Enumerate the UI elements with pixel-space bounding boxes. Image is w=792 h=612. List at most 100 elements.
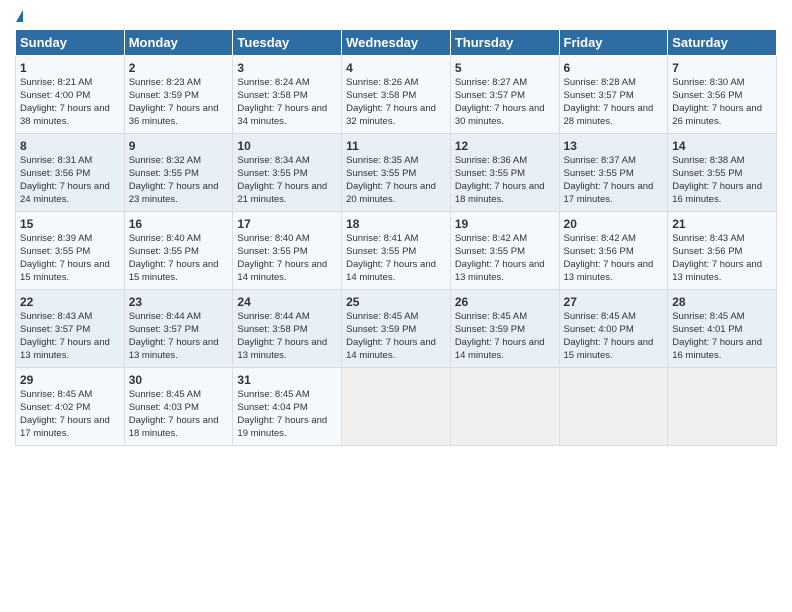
sunrise-text: Sunrise: 8:35 AM [346, 155, 418, 166]
daylight-text: Daylight: 7 hours and 17 minutes. [564, 181, 654, 205]
daylight-text: Daylight: 7 hours and 14 minutes. [455, 337, 545, 361]
day-header-sunday: Sunday [16, 30, 125, 56]
day-number: 15 [20, 216, 120, 232]
sunrise-text: Sunrise: 8:27 AM [455, 77, 527, 88]
calendar-cell: 27Sunrise: 8:45 AMSunset: 4:00 PMDayligh… [559, 290, 668, 368]
calendar-cell: 9Sunrise: 8:32 AMSunset: 3:55 PMDaylight… [124, 134, 233, 212]
sunrise-text: Sunrise: 8:28 AM [564, 77, 636, 88]
sunset-text: Sunset: 3:55 PM [455, 168, 525, 179]
day-number: 6 [564, 60, 664, 76]
daylight-text: Daylight: 7 hours and 13 minutes. [455, 259, 545, 283]
sunset-text: Sunset: 4:03 PM [129, 402, 199, 413]
day-number: 18 [346, 216, 446, 232]
daylight-text: Daylight: 7 hours and 20 minutes. [346, 181, 436, 205]
calendar-week-row: 22Sunrise: 8:43 AMSunset: 3:57 PMDayligh… [16, 290, 777, 368]
day-number: 24 [237, 294, 337, 310]
sunrise-text: Sunrise: 8:45 AM [455, 311, 527, 322]
calendar-cell: 31Sunrise: 8:45 AMSunset: 4:04 PMDayligh… [233, 368, 342, 446]
sunset-text: Sunset: 3:55 PM [20, 246, 90, 257]
calendar-cell: 7Sunrise: 8:30 AMSunset: 3:56 PMDaylight… [668, 56, 777, 134]
calendar-cell [450, 368, 559, 446]
calendar-cell: 30Sunrise: 8:45 AMSunset: 4:03 PMDayligh… [124, 368, 233, 446]
day-number: 31 [237, 372, 337, 388]
daylight-text: Daylight: 7 hours and 14 minutes. [237, 259, 327, 283]
sunrise-text: Sunrise: 8:37 AM [564, 155, 636, 166]
sunset-text: Sunset: 4:04 PM [237, 402, 307, 413]
calendar-cell: 25Sunrise: 8:45 AM Sunset: 3:59 PM Dayligh… [342, 290, 451, 368]
calendar-cell: 23Sunrise: 8:44 AMSunset: 3:57 PMDayligh… [124, 290, 233, 368]
sunrise-text: Sunrise: 8:45 AM [346, 311, 418, 322]
day-number: 17 [237, 216, 337, 232]
sunset-text: Sunset: 3:55 PM [129, 246, 199, 257]
sunrise-text: Sunrise: 8:43 AM [672, 233, 744, 244]
day-number: 20 [564, 216, 664, 232]
day-header-wednesday: Wednesday [342, 30, 451, 56]
daylight-text: Daylight: 7 hours and 28 minutes. [564, 103, 654, 127]
sunset-text: Sunset: 3:56 PM [564, 246, 634, 257]
daylight-text: Daylight: 7 hours and 14 minutes. [346, 337, 436, 361]
sunset-text: Sunset: 3:55 PM [237, 168, 307, 179]
day-number: 10 [237, 138, 337, 154]
sunset-text: Sunset: 3:57 PM [564, 90, 634, 101]
daylight-text: Daylight: 7 hours and 19 minutes. [237, 415, 327, 439]
calendar-cell: 19Sunrise: 8:42 AMSunset: 3:55 PMDayligh… [450, 212, 559, 290]
calendar-week-row: 29Sunrise: 8:45 AM Sunset: 4:02 PM Dayligh… [16, 368, 777, 446]
day-number: 3 [237, 60, 337, 76]
calendar-table: SundayMondayTuesdayWednesdayThursdayFrid… [15, 29, 777, 446]
day-number: 22 [20, 294, 120, 310]
calendar-cell: 18Sunrise: 8:41 AMSunset: 3:55 PMDayligh… [342, 212, 451, 290]
sunrise-text: Sunrise: 8:43 AM [20, 311, 92, 322]
daylight-text: Daylight: 7 hours and 13 minutes. [237, 337, 327, 361]
calendar-cell: 22Sunrise: 8:43 AMSunset: 3:57 PMDayligh… [16, 290, 125, 368]
calendar-week-row: 1Sunrise: 8:21 AMSunset: 4:00 PMDaylight… [16, 56, 777, 134]
calendar-cell [668, 368, 777, 446]
calendar-cell: 10Sunrise: 8:34 AMSunset: 3:55 PMDayligh… [233, 134, 342, 212]
calendar-cell: 26Sunrise: 8:45 AMSunset: 3:59 PMDayligh… [450, 290, 559, 368]
daylight-text: Daylight: 7 hours and 18 minutes. [129, 415, 219, 439]
calendar-cell: 11Sunrise: 8:35 AMSunset: 3:55 PMDayligh… [342, 134, 451, 212]
sunrise-text: Sunrise: 8:45 AM [20, 389, 92, 400]
sunset-text: Sunset: 3:55 PM [129, 168, 199, 179]
day-number: 21 [672, 216, 772, 232]
daylight-text: Daylight: 7 hours and 18 minutes. [455, 181, 545, 205]
daylight-text: Daylight: 7 hours and 21 minutes. [237, 181, 327, 205]
sunrise-text: Sunrise: 8:44 AM [129, 311, 201, 322]
sunrise-text: Sunrise: 8:36 AM [455, 155, 527, 166]
daylight-text: Daylight: 7 hours and 16 minutes. [672, 337, 762, 361]
daylight-text: Daylight: 7 hours and 23 minutes. [129, 181, 219, 205]
sunset-text: Sunset: 3:59 PM [346, 324, 416, 335]
sunset-text: Sunset: 3:59 PM [129, 90, 199, 101]
sunset-text: Sunset: 4:00 PM [564, 324, 634, 335]
sunrise-text: Sunrise: 8:24 AM [237, 77, 309, 88]
sunrise-text: Sunrise: 8:45 AM [672, 311, 744, 322]
logo [15, 10, 23, 21]
sunrise-text: Sunrise: 8:23 AM [129, 77, 201, 88]
sunset-text: Sunset: 3:58 PM [237, 324, 307, 335]
sunset-text: Sunset: 3:57 PM [455, 90, 525, 101]
sunrise-text: Sunrise: 8:32 AM [129, 155, 201, 166]
sunrise-text: Sunrise: 8:40 AM [237, 233, 309, 244]
sunset-text: Sunset: 4:02 PM [20, 402, 90, 413]
calendar-cell: 29Sunrise: 8:45 AMSunset: 4:02 PMDayligh… [16, 368, 125, 446]
sunset-text: Sunset: 3:55 PM [455, 246, 525, 257]
sunrise-text: Sunrise: 8:40 AM [129, 233, 201, 244]
day-number: 25 [346, 294, 446, 310]
daylight-text: Daylight: 7 hours and 15 minutes. [564, 337, 654, 361]
logo-triangle-icon [16, 10, 23, 22]
day-number: 16 [129, 216, 229, 232]
calendar-cell: 3Sunrise: 8:24 AMSunset: 3:58 PMDaylight… [233, 56, 342, 134]
daylight-text: Daylight: 7 hours and 13 minutes. [20, 337, 110, 361]
daylight-text: Daylight: 7 hours and 16 minutes. [672, 181, 762, 205]
sunrise-text: Sunrise: 8:38 AM [672, 155, 744, 166]
calendar-cell: 28Sunrise: 8:45 AMSunset: 4:01 PMDayligh… [668, 290, 777, 368]
day-number: 8 [20, 138, 120, 154]
calendar-cell: 12Sunrise: 8:36 AMSunset: 3:55 PMDayligh… [450, 134, 559, 212]
day-number: 26 [455, 294, 555, 310]
day-number: 27 [564, 294, 664, 310]
day-number: 29 [20, 372, 120, 388]
sunset-text: Sunset: 4:01 PM [672, 324, 742, 335]
day-number: 19 [455, 216, 555, 232]
day-number: 13 [564, 138, 664, 154]
daylight-text: Daylight: 7 hours and 26 minutes. [672, 103, 762, 127]
daylight-text: Daylight: 7 hours and 15 minutes. [129, 259, 219, 283]
